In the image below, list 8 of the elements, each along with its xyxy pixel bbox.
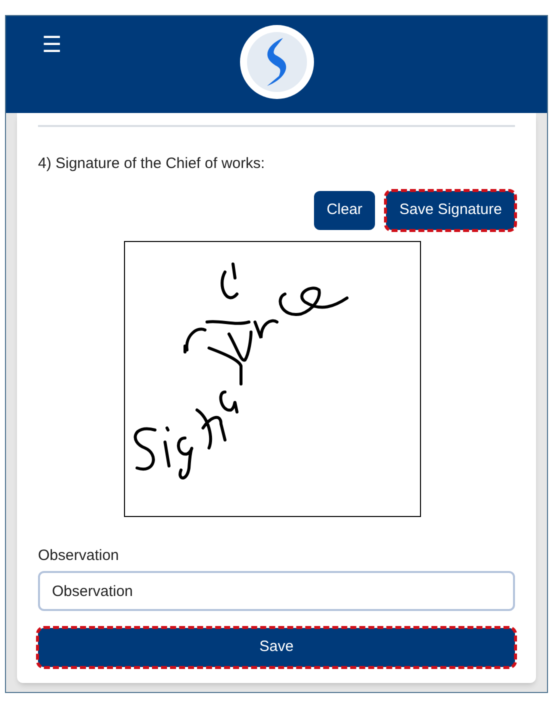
logo-icon	[238, 24, 314, 100]
clear-button[interactable]: Clear	[314, 190, 376, 230]
section-title: 4) Signature of the Chief of works:	[38, 154, 266, 174]
save-button[interactable]: Save	[38, 628, 515, 667]
observation-label: Observation	[38, 546, 120, 566]
save-signature-button[interactable]: Save Signature	[386, 190, 515, 230]
observation-field[interactable]: Observation	[38, 571, 515, 611]
menu-button[interactable]: ☰	[42, 34, 62, 56]
